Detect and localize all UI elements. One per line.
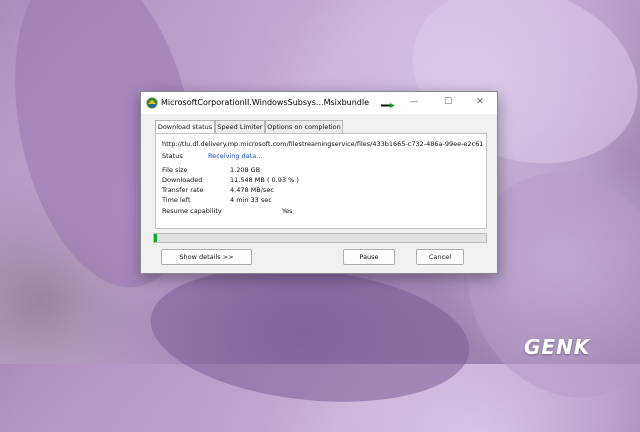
window-title: MicrosoftCorporationII.WindowsSubsys...M… [161, 98, 370, 107]
background-petal [144, 253, 476, 417]
minimize-button[interactable]: — [397, 92, 431, 114]
cancel-button[interactable]: Cancel [416, 249, 464, 265]
show-details-button[interactable]: Show details >> [161, 249, 252, 265]
idm-app-icon [146, 97, 158, 109]
transfer-rate-label: Transfer rate [162, 186, 204, 194]
file-size-label: File size [162, 166, 188, 174]
transfer-rate-value: 4.478 MB/sec [230, 186, 274, 194]
download-url: http://tlu.dl.delivery.mp.microsoft.com/… [162, 140, 484, 148]
genk-watermark-logo: GENK [524, 335, 591, 359]
time-left-label: Time left [162, 196, 191, 204]
title-bar[interactable]: MicrosoftCorporationII.WindowsSubsys...M… [141, 92, 497, 114]
file-size-value: 1.208 GB [230, 166, 261, 174]
downloaded-value: 11.548 MB ( 0.93 % ) [230, 176, 299, 184]
time-left-value: 4 min 33 sec [230, 196, 272, 204]
downloaded-label: Downloaded [162, 176, 203, 184]
progress-fill [154, 234, 158, 242]
status-value: Receiving data... [208, 152, 263, 160]
pause-button[interactable]: Pause [343, 249, 395, 265]
resume-capability-value: Yes [282, 207, 293, 215]
resume-capability-label: Resume capability [162, 207, 222, 215]
tab-speed-limiter[interactable]: Speed Limiter [215, 120, 265, 134]
download-progress-bar [153, 233, 487, 243]
close-button[interactable]: ✕ [463, 92, 497, 114]
download-status-panel: http://tlu.dl.delivery.mp.microsoft.com/… [155, 133, 487, 229]
maximize-button[interactable]: ☐ [431, 92, 465, 114]
status-label: Status [162, 152, 183, 160]
cursor-arrow-icon [381, 103, 395, 108]
tab-options-on-completion[interactable]: Options on completion [265, 120, 343, 134]
download-dialog: MicrosoftCorporationII.WindowsSubsys...M… [140, 91, 498, 274]
